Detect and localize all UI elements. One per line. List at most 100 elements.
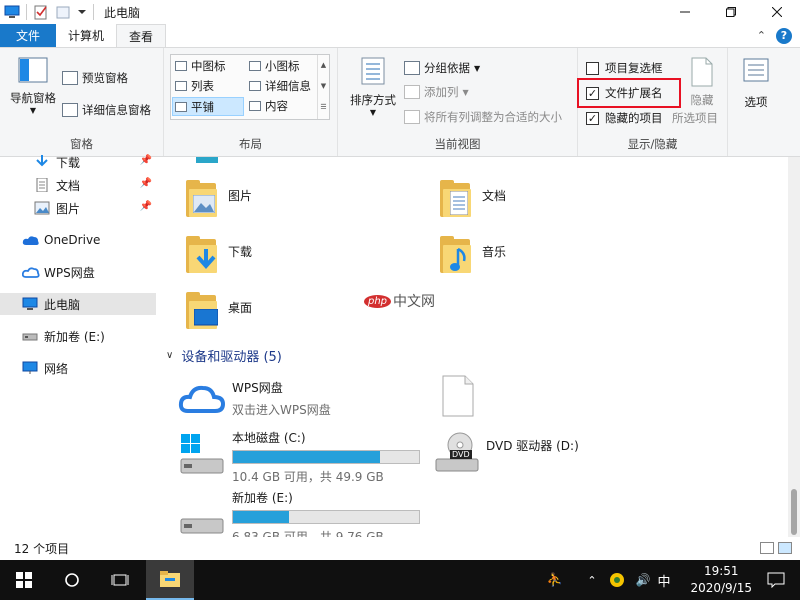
taskbar-explorer[interactable] <box>146 560 194 600</box>
pin-icon[interactable]: 📌 <box>140 201 152 212</box>
chevron-up-icon[interactable]: ⌃ <box>584 560 600 600</box>
group-label-current-view: 当前视图 <box>434 137 481 151</box>
status-bar: 12 个项目 <box>0 537 800 560</box>
people-icon[interactable]: ⛹ <box>544 560 566 600</box>
add-columns-icon <box>404 85 420 99</box>
item-checkboxes-toggle[interactable]: 项目复选框 <box>586 60 663 76</box>
start-button[interactable] <box>0 560 48 600</box>
drive-dvd[interactable]: DVD DVD 驱动器 (D:) <box>434 431 579 475</box>
sidebar-item-wps-drive[interactable]: WPS网盘 <box>0 261 156 283</box>
chevron-down-icon[interactable] <box>77 4 87 20</box>
ribbon: 导航窗格 ▼ 预览窗格 详细信息窗格 窗格 布局 中图标 小图标 列表 详细信息… <box>0 47 800 157</box>
content-pane: 图片 文档 下载 音乐 桌面 php 中文网 ∨ 设备和驱动器 (5) WPS网… <box>160 157 788 537</box>
maximize-button[interactable] <box>708 0 754 24</box>
preview-pane-button[interactable]: 预览窗格 <box>62 70 128 86</box>
computer-icon <box>4 4 20 20</box>
small-icons-icon <box>249 61 261 71</box>
hidden-items-toggle[interactable]: ✓ 隐藏的项目 <box>586 110 663 126</box>
options-button[interactable]: 选项 <box>736 56 776 110</box>
search-button[interactable] <box>48 560 96 600</box>
drive-c-usage-bar <box>232 450 420 464</box>
tab-file[interactable]: 文件 <box>0 24 56 47</box>
vertical-scrollbar[interactable] <box>788 157 800 537</box>
chevron-down-icon[interactable]: ∨ <box>166 350 173 361</box>
item-checkboxes-checkbox[interactable] <box>586 61 599 75</box>
fit-columns-button[interactable]: 将所有列调整为合适的大小 <box>404 109 562 125</box>
blank-file-icon[interactable] <box>442 375 474 420</box>
layout-details[interactable]: 详细信息 <box>249 78 311 94</box>
group-by-button[interactable]: 分组依据 ▼ <box>404 60 480 76</box>
close-button[interactable] <box>754 0 800 24</box>
nav-pane-button[interactable]: 导航窗格 ▼ <box>6 56 60 115</box>
layout-content[interactable]: 内容 <box>249 98 288 114</box>
layout-tiles[interactable]: 平铺 <box>172 97 244 116</box>
drive-c[interactable]: 本地磁盘 (C:) 10.4 GB 可用，共 49.9 GB <box>178 429 420 485</box>
ribbon-tabs: 文件 计算机 查看 ⌃ ? <box>0 24 800 47</box>
sidebar-item-onedrive[interactable]: OneDrive <box>0 229 156 251</box>
pin-icon[interactable]: 📌 <box>140 178 152 189</box>
properties-icon[interactable] <box>33 4 49 20</box>
notification-button[interactable] <box>752 560 800 600</box>
drive-icon <box>22 329 38 343</box>
tab-computer[interactable]: 计算机 <box>56 24 116 47</box>
hidden-items-checkbox[interactable]: ✓ <box>586 111 599 125</box>
new-folder-icon[interactable] <box>55 4 71 20</box>
downloads-folder-icon <box>184 235 222 275</box>
details-pane-button[interactable]: 详细信息窗格 <box>62 102 151 118</box>
hide-selected-button[interactable]: 隐藏 <box>682 56 722 108</box>
ime-status-icon[interactable] <box>606 560 628 600</box>
sort-by-button[interactable]: 排序方式 ▼ <box>346 56 400 117</box>
toolbar-separator <box>26 4 27 20</box>
music-folder-icon <box>438 235 476 275</box>
layout-medium-icons[interactable]: 中图标 <box>175 58 226 74</box>
sidebar-item-documents[interactable]: 文档 📌 <box>0 174 156 196</box>
windows-drive-icon <box>180 434 224 474</box>
ime-language[interactable]: 中 <box>654 560 674 600</box>
help-icon[interactable]: ? <box>776 27 792 44</box>
desktop-folder-icon <box>184 291 222 331</box>
folder-documents[interactable]: 文档 <box>438 179 506 219</box>
chevron-up-icon[interactable]: ⌃ <box>757 29 766 42</box>
drive-wps[interactable]: WPS网盘 双击进入WPS网盘 <box>178 379 331 418</box>
layout-list[interactable]: 列表 <box>175 78 214 94</box>
drive-e-usage-bar <box>232 510 420 524</box>
drive-e[interactable]: 新加卷 (E:) 6.83 GB 可用，共 9.76 GB <box>178 489 420 537</box>
drive-icon <box>180 518 224 534</box>
pin-icon[interactable]: 📌 <box>140 155 152 166</box>
folder-music[interactable]: 音乐 <box>438 235 506 275</box>
scrollbar-thumb[interactable] <box>791 489 797 535</box>
watermark-text: 中文网 <box>393 294 436 310</box>
preview-pane-icon <box>62 71 78 85</box>
group-label-layout: 布局 <box>239 137 262 151</box>
folder-desktop[interactable]: 桌面 <box>184 291 252 331</box>
details-view-button[interactable] <box>760 542 774 554</box>
tab-view[interactable]: 查看 <box>116 24 167 47</box>
devices-section-header[interactable]: ∨ 设备和驱动器 (5) <box>166 346 282 365</box>
folder-downloads[interactable]: 下载 <box>184 235 252 275</box>
documents-folder-icon <box>438 179 476 219</box>
windows-icon <box>16 572 32 588</box>
computer-icon <box>22 297 38 311</box>
fit-columns-icon <box>404 110 420 124</box>
sidebar-item-this-pc[interactable]: 此电脑 <box>0 293 156 315</box>
sidebar-item-network[interactable]: 网络 <box>0 357 156 379</box>
clock-date: 2020/9/15 <box>690 581 752 595</box>
minimize-button[interactable] <box>662 0 708 24</box>
group-by-icon <box>404 61 420 75</box>
volume-icon[interactable]: 🔊 <box>632 560 654 600</box>
cube-icon <box>196 157 218 163</box>
task-view-button[interactable] <box>96 560 144 600</box>
folder-pictures[interactable]: 图片 <box>184 179 252 219</box>
sidebar-item-volume-e[interactable]: 新加卷 (E:) <box>0 325 156 347</box>
layout-scroll[interactable]: ▲ ▼ ☰ <box>317 55 329 119</box>
sidebar-item-pictures[interactable]: 图片 📌 <box>0 197 156 219</box>
layout-small-icons[interactable]: 小图标 <box>249 58 300 74</box>
dvd-icon: DVD <box>434 431 480 475</box>
details-pane-icon <box>62 103 78 117</box>
large-icons-view-button[interactable] <box>778 542 792 554</box>
taskbar-clock[interactable]: 19:51 2020/9/15 <box>690 563 752 597</box>
hide-selected-icon <box>691 57 713 87</box>
group-current-view: 排序方式 ▼ 分组依据 ▼ 添加列 ▼ 将所有列调整为合适的大小 当前视图 <box>338 48 578 156</box>
sidebar-item-downloads[interactable]: 下载 📌 <box>0 151 156 173</box>
add-columns-button[interactable]: 添加列 ▼ <box>404 84 469 100</box>
